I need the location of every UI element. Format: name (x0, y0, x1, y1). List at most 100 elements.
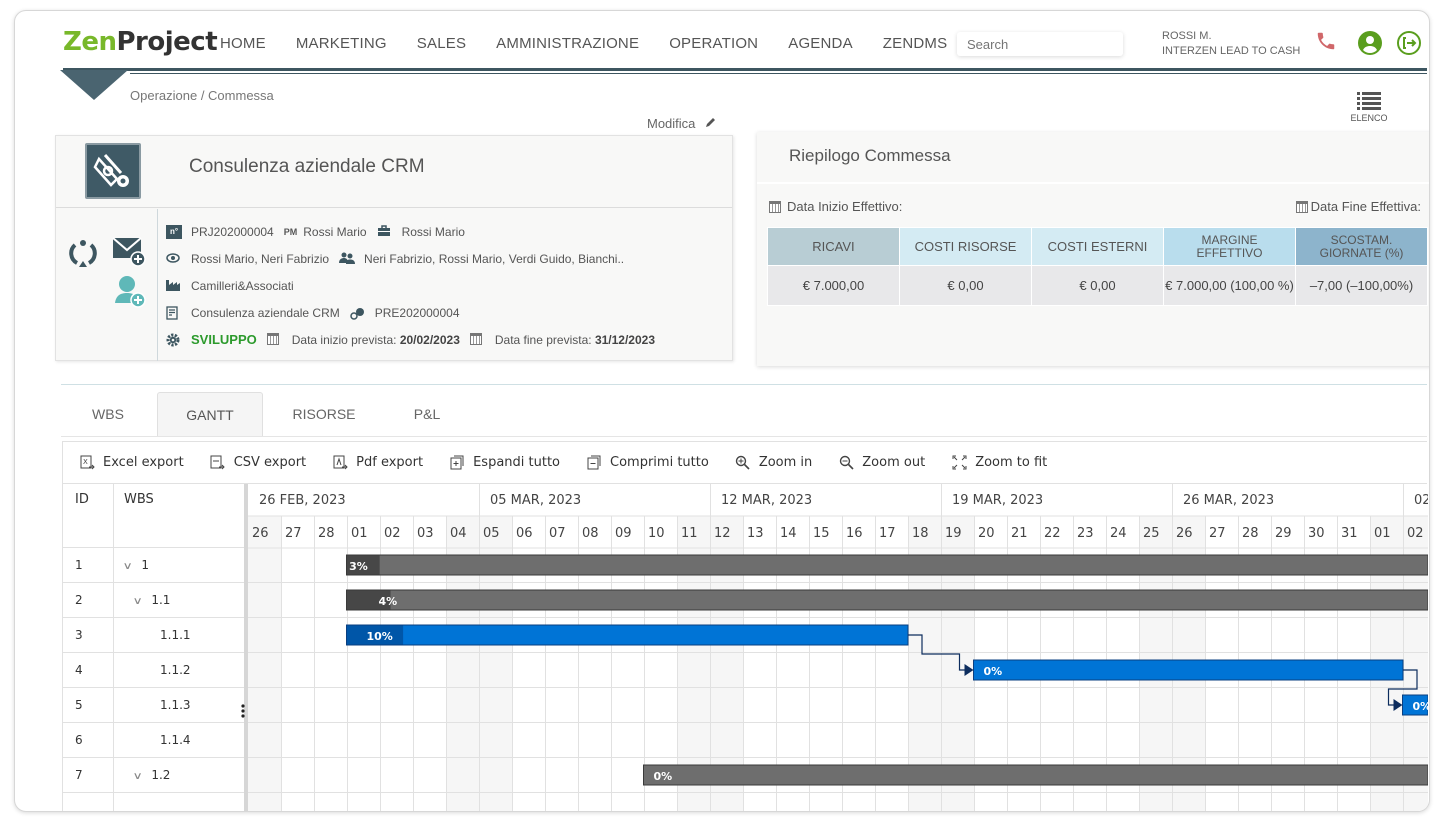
nav-zendms[interactable]: ZENDMS (883, 35, 948, 52)
col-ricavi: RICAVI (767, 227, 900, 266)
day-label: 05 (483, 526, 500, 541)
elenco-button[interactable]: ELENCO (1347, 91, 1391, 123)
collapse-all-button[interactable]: Comprimi tutto (586, 455, 709, 471)
chevron-down-icon[interactable]: ∨ (133, 771, 143, 782)
gantt-grid-rows: 1 ∨ 1 2 ∨ 1.1 3 1.1.1 4 1.1.2 5 1.1.3 6 1.1.4 7 ∨ 1.2 (63, 548, 245, 793)
wbs-code: 1.2 (151, 768, 171, 782)
main-nav: HOME MARKETING SALES AMMINISTRAZIONE OPE… (220, 35, 977, 52)
day-label: 28 (1242, 526, 1259, 541)
actual-start-label: Data Inizio Effettivo: (787, 199, 903, 214)
modifica-button[interactable]: Modifica (647, 116, 717, 131)
value-ricavi: € 7.000,00 (767, 265, 900, 306)
search-input[interactable] (957, 32, 1123, 56)
zoom-to-fit-label: Zoom to fit (975, 455, 1048, 470)
chevron-down-icon[interactable]: ∨ (133, 596, 143, 607)
collapse-all-icon (586, 455, 602, 471)
zoom-out-button[interactable]: Zoom out (838, 455, 925, 471)
nav-agenda[interactable]: AGENDA (788, 35, 853, 52)
zoom-in-button[interactable]: Zoom in (735, 455, 812, 471)
project-type-icon (85, 143, 141, 199)
value-scostam-giornate: –7,00 (–100,00%) (1295, 265, 1428, 306)
nav-marketing[interactable]: MARKETING (296, 35, 387, 52)
header-triangle-decoration (60, 70, 128, 100)
offer-code: PRE202000004 (374, 305, 460, 320)
week-label: 05 MAR, 2023 (490, 493, 581, 508)
pdf-export-button[interactable]: Pdf export (332, 455, 423, 471)
col-header-wbs[interactable]: WBS (124, 492, 154, 507)
row-id: 4 (75, 663, 83, 677)
tabs-divider (61, 384, 1427, 385)
gantt-task-grid: ID WBS 1 ∨ 1 2 ∨ 1.1 3 1.1.1 4 1.1.2 5 1.1.3 6 1.1.4 7… (63, 484, 245, 793)
day-label: 08 (582, 526, 599, 541)
project-manager: Rossi Mario (303, 224, 367, 239)
send-email-icon[interactable] (112, 235, 146, 271)
tab-wbs[interactable]: WBS (61, 392, 155, 436)
calendar-icon (266, 332, 283, 347)
day-label: 02 (384, 526, 401, 541)
grid-column-divider (113, 484, 114, 811)
splitter-handle-icon[interactable] (241, 704, 245, 718)
factory-icon (166, 279, 182, 293)
tab-gantt[interactable]: GANTT (157, 392, 263, 436)
row-wbs: ∨ 1.2 (133, 768, 171, 782)
gantt-grid-row[interactable]: 2 ∨ 1.1 (63, 583, 245, 618)
nav-sales[interactable]: SALES (417, 35, 466, 52)
tab-pl[interactable]: P&L (385, 392, 469, 436)
logo-zen: Zen (63, 27, 117, 57)
gantt-grid-row[interactable]: 4 1.1.2 (63, 653, 245, 688)
gantt-grid-row[interactable]: 6 1.1.4 (63, 723, 245, 758)
week-label: 19 MAR, 2023 (952, 493, 1043, 508)
gantt-grid-row[interactable]: 7 ∨ 1.2 (63, 758, 245, 793)
app-window: ZenProject HOME MARKETING SALES AMMINIST… (14, 10, 1430, 812)
day-label: 24 (1110, 526, 1127, 541)
sync-icon[interactable] (67, 237, 99, 273)
gantt-grid-row[interactable]: 5 1.1.3 (63, 688, 245, 723)
project-team: Neri Fabrizio, Rossi Mario, Verdi Guido,… (364, 251, 625, 266)
row-wbs: 1.1.3 (160, 698, 191, 712)
day-label: 04 (450, 526, 467, 541)
csv-export-button[interactable]: CSV export (210, 455, 306, 471)
project-customer: Camilleri&Associati (191, 278, 294, 293)
detail-row-offer: Consulenza aziendale CRM PRE202000004 (166, 299, 655, 326)
day-label: 16 (846, 526, 863, 541)
day-label: 29 (1275, 526, 1292, 541)
day-label: 21 (1011, 526, 1028, 541)
add-contact-icon[interactable] (113, 273, 147, 313)
chevron-down-icon[interactable]: ∨ (123, 561, 133, 572)
zenproject-logo[interactable]: ZenProject (63, 27, 218, 57)
phone-icon[interactable] (1315, 30, 1341, 56)
zoom-to-fit-button[interactable]: Zoom to fit (951, 455, 1047, 471)
day-label: 02 (1407, 526, 1424, 541)
user-company: INTERZEN LEAD TO CASH (1162, 45, 1301, 57)
logout-icon[interactable] (1396, 30, 1422, 56)
collapse-all-label: Comprimi tutto (610, 455, 709, 470)
gantt-bar-label: 10% (367, 630, 393, 643)
gantt-bar (346, 589, 1428, 611)
project-title: Consulenza aziendale CRM (189, 156, 425, 177)
user-icon[interactable] (1357, 30, 1383, 56)
day-label: 23 (1077, 526, 1094, 541)
modifica-label: Modifica (647, 116, 696, 131)
actual-end-date: Data Fine Effettiva: (1295, 199, 1421, 214)
actual-end-label: Data Fine Effettiva: (1310, 199, 1421, 214)
detail-row-customer: Camilleri&Associati (166, 272, 655, 299)
nav-amministrazione[interactable]: AMMINISTRAZIONE (496, 35, 639, 52)
gantt-grid-row[interactable]: 1 ∨ 1 (63, 548, 245, 583)
nav-operation[interactable]: OPERATION (669, 35, 758, 52)
row-id: 6 (75, 733, 83, 747)
day-label: 11 (681, 526, 698, 541)
wbs-code: 1.1.1 (160, 628, 191, 642)
gantt-grid-row[interactable]: 3 1.1.1 (63, 618, 245, 653)
gears-icon (350, 306, 366, 320)
gantt-timeline-svg: 26 FEB, 2023 05 MAR, 2023 12 MAR, 2023 19 M… (248, 484, 1428, 811)
expand-all-button[interactable]: Espandi tutto (449, 455, 560, 471)
nav-home[interactable]: HOME (220, 35, 266, 52)
number-icon: n° (166, 224, 182, 239)
summary-panel: Riepilogo Commessa Data Inizio Effettivo… (757, 132, 1429, 366)
col-header-id[interactable]: ID (75, 492, 89, 507)
excel-export-button[interactable]: X Excel export (79, 455, 184, 471)
tab-risorse[interactable]: RISORSE (265, 392, 383, 436)
summary-divider (757, 182, 1429, 184)
day-label: 01 (1374, 526, 1391, 541)
wbs-code: 1.1.4 (160, 733, 191, 747)
